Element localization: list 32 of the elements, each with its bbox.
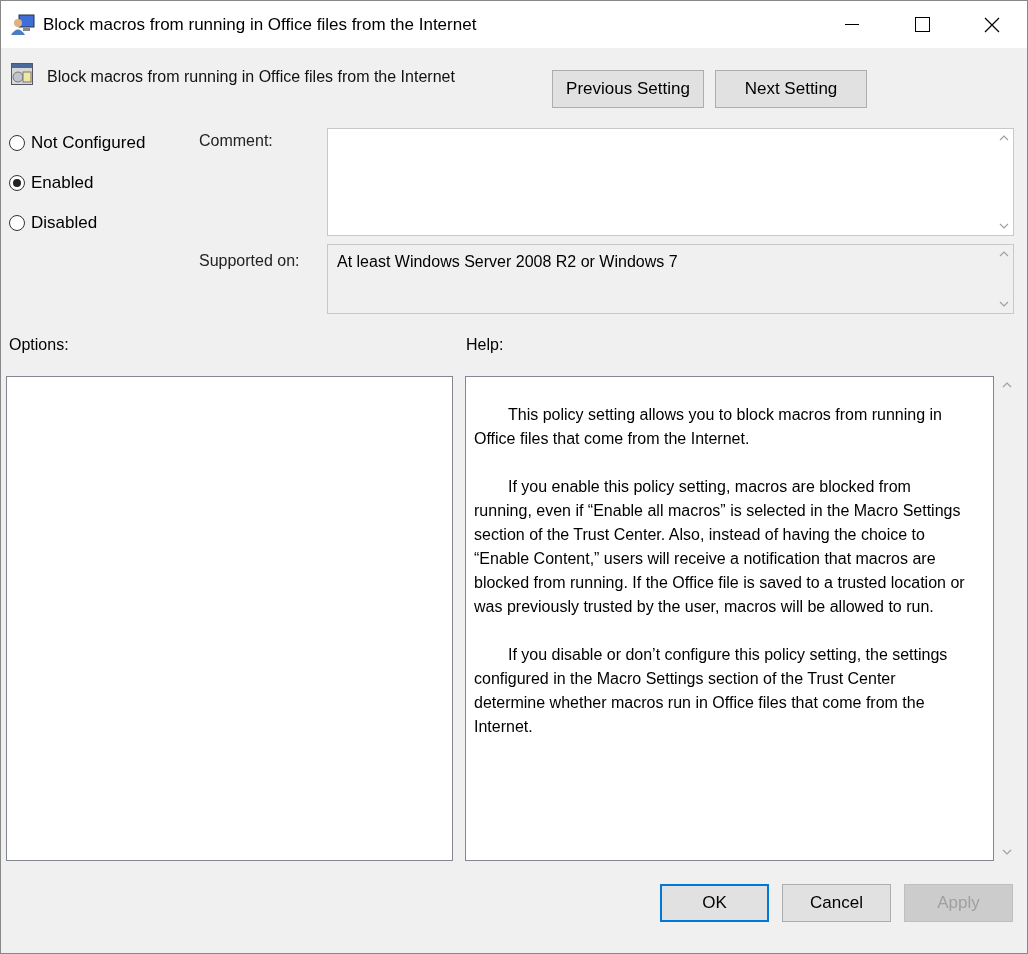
maximize-icon [914,17,930,32]
close-icon [984,16,1000,33]
policy-settings-icon [11,63,33,85]
window-title: Block macros from running in Office files from the Internet [43,14,478,35]
dialog-button[interactable]: OK [660,884,769,922]
radio-label[interactable]: Disabled [31,213,98,233]
help-paragraph: If you disable or don’t configure this policy setting, the settings configured in the Macro Settings section of the Trust Center determine whether macros run in Office files that come from the Internet. [474,645,949,737]
radio-label[interactable]: Enabled [31,173,94,193]
comment-field[interactable] [327,128,1014,236]
radio-label[interactable]: Not Configured [31,133,146,153]
supported-on-label: Supported on: [199,251,301,270]
scroll-down-icon[interactable] [999,301,1009,307]
scroll-up-icon[interactable] [999,135,1009,141]
radio-button[interactable] [9,215,25,231]
help-paragraph: If you enable this policy setting, macros are blocked from running, even if “Enable all macros” is selected in the Macro Settings section of the Trust Center. Also, instead of having the choice to “Enable Content,” users will receive a notification that macros are blocked from running. If the Office file is saved to a trusted location or was previously trusted by the user, macros will be allowed to run. [474,477,966,617]
comment-label: Comment: [199,131,274,150]
options-label: Options: [9,336,70,354]
nav-button[interactable]: Next Setting [715,70,867,108]
help-paragraph: This policy setting allows you to block macros from running in Office files that come from the Internet. [474,405,943,449]
scroll-down-icon[interactable] [999,223,1009,229]
computer-user-icon [11,13,35,36]
help-label: Help: [466,336,505,354]
radio-button[interactable] [9,175,25,191]
scroll-up-icon[interactable] [999,251,1009,257]
supported-on-value: At least Windows Server 2008 R2 or Windows 7 [337,253,679,271]
radio-button[interactable] [9,135,25,151]
scroll-down-icon[interactable] [1002,849,1012,855]
policy-title: Block macros from running in Office files from the Internet [47,68,456,86]
nav-button[interactable]: Previous Setting [552,70,704,108]
minimize-icon [845,23,859,26]
scroll-up-icon[interactable] [1002,382,1012,388]
dialog-button[interactable]: Cancel [782,884,891,922]
